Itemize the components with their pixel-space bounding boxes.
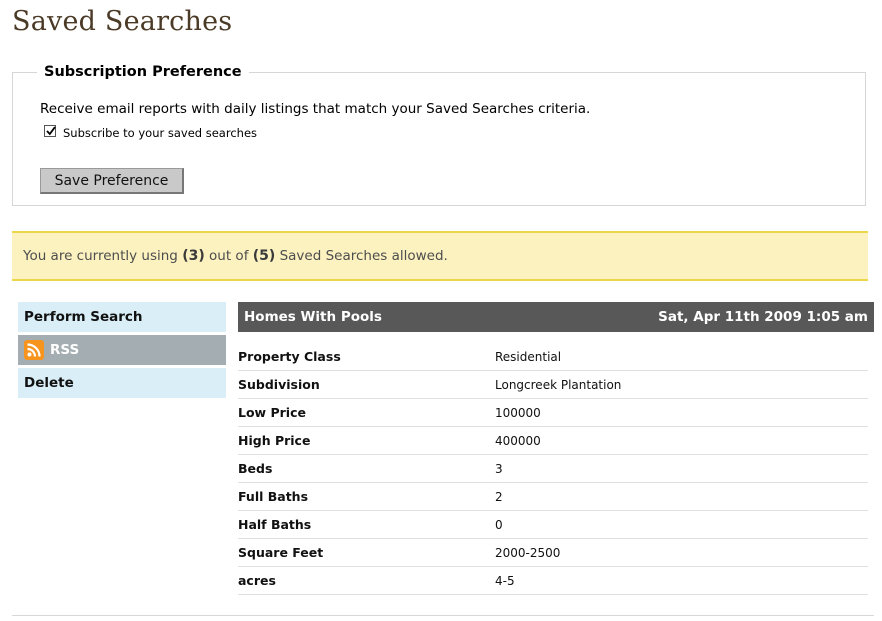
subscription-legend: Subscription Preference xyxy=(37,63,249,81)
saved-search-header: Homes With Pools Sat, Apr 11th 2009 1:05… xyxy=(238,302,874,332)
save-preference-button[interactable]: Save Preference xyxy=(40,168,184,194)
criteria-label: Subdivision xyxy=(238,370,495,399)
criteria-label: Property Class xyxy=(238,343,495,371)
table-row: Property Class Residential xyxy=(238,343,868,371)
perform-search-label: Perform Search xyxy=(24,309,143,325)
saved-search-actions: Perform Search RSS Delete xyxy=(18,302,226,401)
table-row: Half Baths 0 xyxy=(238,510,868,539)
table-row: High Price 400000 xyxy=(238,426,868,455)
criteria-table: Property Class Residential Subdivision L… xyxy=(238,343,868,595)
criteria-label: Beds xyxy=(238,454,495,483)
criteria-value: 100000 xyxy=(495,398,868,427)
table-row: Beds 3 xyxy=(238,454,868,483)
table-row: Subdivision Longcreek Plantation xyxy=(238,370,868,399)
page-title: Saved Searches xyxy=(12,6,233,37)
subscribe-checkbox[interactable] xyxy=(44,125,56,137)
used-count: (3) xyxy=(182,248,205,264)
delete-label: Delete xyxy=(24,375,74,391)
criteria-value: 2000-2500 xyxy=(495,538,868,567)
usage-notice-suffix: Saved Searches allowed. xyxy=(279,248,448,264)
criteria-label: acres xyxy=(238,566,495,595)
perform-search-link[interactable]: Perform Search xyxy=(18,302,226,332)
bottom-divider xyxy=(12,615,874,616)
criteria-value: 400000 xyxy=(495,426,868,455)
saved-search-details: Homes With Pools Sat, Apr 11th 2009 1:05… xyxy=(238,302,874,595)
allowed-count: (5) xyxy=(252,248,276,264)
criteria-value: 3 xyxy=(495,454,868,483)
criteria-label: Low Price xyxy=(238,398,495,427)
criteria-label: Full Baths xyxy=(238,482,495,511)
subscription-description: Receive email reports with daily listing… xyxy=(40,101,591,117)
criteria-label: High Price xyxy=(238,426,495,455)
rss-label: RSS xyxy=(50,342,80,358)
saved-search-name: Homes With Pools xyxy=(244,309,382,325)
criteria-label: Square Feet xyxy=(238,538,495,567)
table-row: Square Feet 2000-2500 xyxy=(238,538,868,567)
usage-notice: You are currently using (3) out of (5) S… xyxy=(12,231,868,281)
table-row: acres 4-5 xyxy=(238,566,868,595)
table-row: Low Price 100000 xyxy=(238,398,868,427)
subscription-preference-panel: Subscription Preference Receive email re… xyxy=(12,63,866,206)
criteria-value: 4-5 xyxy=(495,566,868,595)
usage-notice-middle: out of xyxy=(209,248,249,264)
criteria-label: Half Baths xyxy=(238,510,495,539)
usage-notice-prefix: You are currently using xyxy=(23,248,178,264)
rss-link[interactable]: RSS xyxy=(18,335,226,365)
saved-search-date: Sat, Apr 11th 2009 1:05 am xyxy=(658,309,868,325)
checkmark-icon xyxy=(46,126,56,136)
table-row: Full Baths 2 xyxy=(238,482,868,511)
rss-icon xyxy=(24,340,44,360)
delete-link[interactable]: Delete xyxy=(18,368,226,398)
criteria-value: Residential xyxy=(495,343,868,371)
criteria-value: 2 xyxy=(495,482,868,511)
subscribe-checkbox-row: Subscribe to your saved searches xyxy=(44,124,257,140)
criteria-value: 0 xyxy=(495,510,868,539)
subscribe-checkbox-label[interactable]: Subscribe to your saved searches xyxy=(63,126,257,140)
criteria-value: Longcreek Plantation xyxy=(495,370,868,399)
